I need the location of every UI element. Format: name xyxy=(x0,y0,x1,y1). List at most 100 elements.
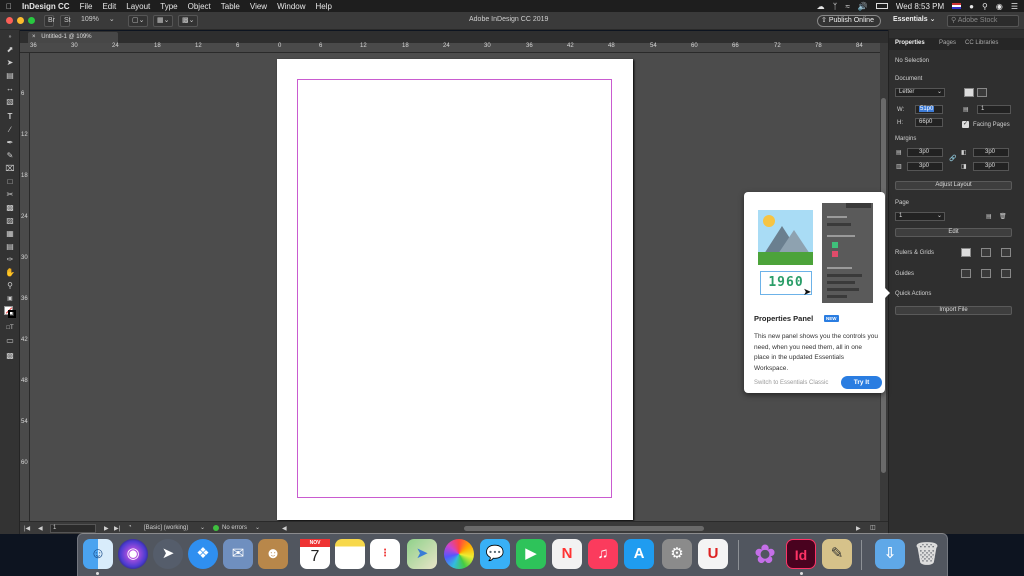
menu-layout[interactable]: Layout xyxy=(121,2,155,11)
adobe-stock-search-input[interactable]: ⚲ Adobe Stock xyxy=(947,15,1019,27)
type-tool-icon[interactable]: T xyxy=(4,112,16,122)
tab-properties[interactable]: Properties xyxy=(895,40,925,46)
horizontal-ruler[interactable]: 36 30 24 18 12 6 0 6 12 18 24 30 36 42 4… xyxy=(20,43,880,53)
user-icon[interactable]: ● xyxy=(969,2,974,11)
volume-icon[interactable]: 🔊 xyxy=(858,2,868,11)
minimize-window-button[interactable] xyxy=(17,17,24,24)
music-icon[interactable]: ♫ xyxy=(588,539,618,569)
preflight-profile[interactable]: [Basic] (working) xyxy=(144,525,188,531)
mail-icon[interactable]: ✉ xyxy=(223,539,253,569)
show-guides-icon[interactable] xyxy=(961,269,971,278)
news-icon[interactable]: N xyxy=(552,539,582,569)
tab-cc-libraries[interactable]: CC Libraries xyxy=(965,40,998,46)
siri-icon[interactable]: ◉ xyxy=(118,539,148,569)
margin-right-field[interactable]: 3p0 xyxy=(973,162,1009,171)
facetime-icon[interactable]: ▶ xyxy=(516,539,546,569)
hand-tool-icon[interactable]: ✋ xyxy=(4,268,16,278)
preflight-errors[interactable]: No errors xyxy=(222,525,247,531)
scroll-left-icon[interactable]: ◀ xyxy=(282,525,287,532)
first-page-icon[interactable]: |◀ xyxy=(24,525,30,532)
document-tab[interactable]: × Untitled-1 @ 109% xyxy=(28,32,118,43)
trash-icon[interactable]: 🗑 xyxy=(912,539,942,569)
workspace-switcher[interactable]: Essentials ⌄ xyxy=(890,15,940,27)
line-tool-icon[interactable]: ∕ xyxy=(4,125,16,135)
import-file-button[interactable]: Import File xyxy=(895,306,1012,315)
next-page-icon[interactable]: ▶ xyxy=(104,525,109,532)
downloads-folder-icon[interactable]: ⇩ xyxy=(875,539,905,569)
maps-icon[interactable]: ➤ xyxy=(407,539,437,569)
margin-top-field[interactable]: 3p0 xyxy=(907,148,943,157)
direct-selection-tool-icon[interactable]: ➤ xyxy=(4,58,16,68)
scroll-right-icon[interactable]: ▶ xyxy=(856,525,861,532)
try-it-button[interactable]: Try It xyxy=(841,376,882,389)
clock[interactable]: Wed 8:53 PM xyxy=(896,2,944,11)
default-colors-icon[interactable]: ▣ xyxy=(4,294,16,304)
height-field[interactable]: 66p0 xyxy=(915,118,943,127)
fill-stroke-swatch[interactable] xyxy=(4,306,16,318)
menu-file[interactable]: File xyxy=(75,2,98,11)
gradient-feather-tool-icon[interactable]: ▦ xyxy=(4,229,16,239)
width-field[interactable]: 51p0 xyxy=(915,105,943,114)
menu-view[interactable]: View xyxy=(245,2,272,11)
close-window-button[interactable] xyxy=(6,17,13,24)
lock-guides-icon[interactable] xyxy=(1001,269,1011,278)
menu-window[interactable]: Window xyxy=(272,2,310,11)
content-collector-icon[interactable]: ▧ xyxy=(4,97,16,107)
margin-bottom-field[interactable]: 3p0 xyxy=(907,162,943,171)
publish-online-button[interactable]: ⇧ Publish Online xyxy=(817,15,881,27)
document-grid-icon[interactable] xyxy=(1001,248,1011,257)
selection-tool-icon[interactable]: ⬈ xyxy=(4,45,16,55)
document-page[interactable] xyxy=(277,59,633,520)
calendar-icon[interactable]: NOV 7 xyxy=(300,539,330,569)
smart-guides-icon[interactable] xyxy=(981,269,991,278)
app-menu[interactable]: InDesign CC xyxy=(17,2,75,11)
baseline-grid-icon[interactable] xyxy=(981,248,991,257)
page-number-field[interactable]: 1 xyxy=(50,524,96,533)
scissors-tool-icon[interactable]: ✂ xyxy=(4,190,16,200)
arrange-documents-button[interactable]: ▩⌄ xyxy=(178,15,198,27)
pages-count-field[interactable]: 1 xyxy=(977,105,1011,114)
note-tool-icon[interactable]: ▤ xyxy=(4,242,16,252)
split-window-icon[interactable]: ◫ xyxy=(870,524,876,531)
new-page-icon[interactable]: ▤ xyxy=(986,213,992,220)
margin-left-field[interactable]: 3p0 xyxy=(973,148,1009,157)
magnet-icon[interactable]: U xyxy=(698,539,728,569)
ruler-toggle-icon[interactable] xyxy=(961,248,971,257)
spotlight-icon[interactable]: ⚲ xyxy=(982,2,988,11)
free-transform-tool-icon[interactable]: ▩ xyxy=(4,203,16,213)
horizontal-scroll-thumb[interactable] xyxy=(464,526,704,531)
page-size-select[interactable]: Letter ⌄ xyxy=(895,88,945,97)
launchpad-icon[interactable]: ➤ xyxy=(153,539,183,569)
rectangle-frame-tool-icon[interactable]: ⌧ xyxy=(4,164,16,174)
wifi-icon[interactable]: ≈ xyxy=(845,2,849,11)
chevron-down-icon[interactable]: ⌄ xyxy=(200,524,205,531)
close-tab-icon[interactable]: × xyxy=(32,34,36,40)
finder-icon[interactable]: ☺ xyxy=(83,539,113,569)
script-editor-icon[interactable]: ✎ xyxy=(822,539,852,569)
panel-collapse-icon[interactable]: » xyxy=(4,32,16,42)
safari-icon[interactable]: ❖ xyxy=(188,539,218,569)
notification-center-icon[interactable]: ☰ xyxy=(1011,2,1018,11)
tab-pages[interactable]: Pages xyxy=(939,40,956,46)
gap-tool-icon[interactable]: ↔ xyxy=(4,84,16,94)
zoom-window-button[interactable] xyxy=(28,17,35,24)
indesign-icon[interactable]: Id xyxy=(786,539,816,569)
siri-icon[interactable]: ◉ xyxy=(996,2,1003,11)
zoom-tool-icon[interactable]: ⚲ xyxy=(4,281,16,291)
menu-type[interactable]: Type xyxy=(155,2,182,11)
photos-icon[interactable] xyxy=(444,539,474,569)
formatting-affects-icon[interactable]: □T xyxy=(4,323,16,333)
previous-page-icon[interactable]: ◀ xyxy=(38,525,43,532)
bridge-button[interactable]: Br xyxy=(44,15,55,27)
apple-icon[interactable]:  xyxy=(0,2,17,11)
flag-icon[interactable] xyxy=(952,3,962,9)
reminders-icon[interactable]: ⋮ xyxy=(370,539,400,569)
screen-mode-icon[interactable]: ▩ xyxy=(4,351,16,361)
view-options-button[interactable]: ▢⌄ xyxy=(128,15,148,27)
pencil-tool-icon[interactable]: ✎ xyxy=(4,151,16,161)
notes-icon[interactable] xyxy=(335,539,365,569)
creative-cloud-icon[interactable]: ☁ xyxy=(817,2,825,11)
menu-table[interactable]: Table xyxy=(216,2,245,11)
menu-help[interactable]: Help xyxy=(311,2,337,11)
landscape-orientation-icon[interactable] xyxy=(977,88,987,97)
